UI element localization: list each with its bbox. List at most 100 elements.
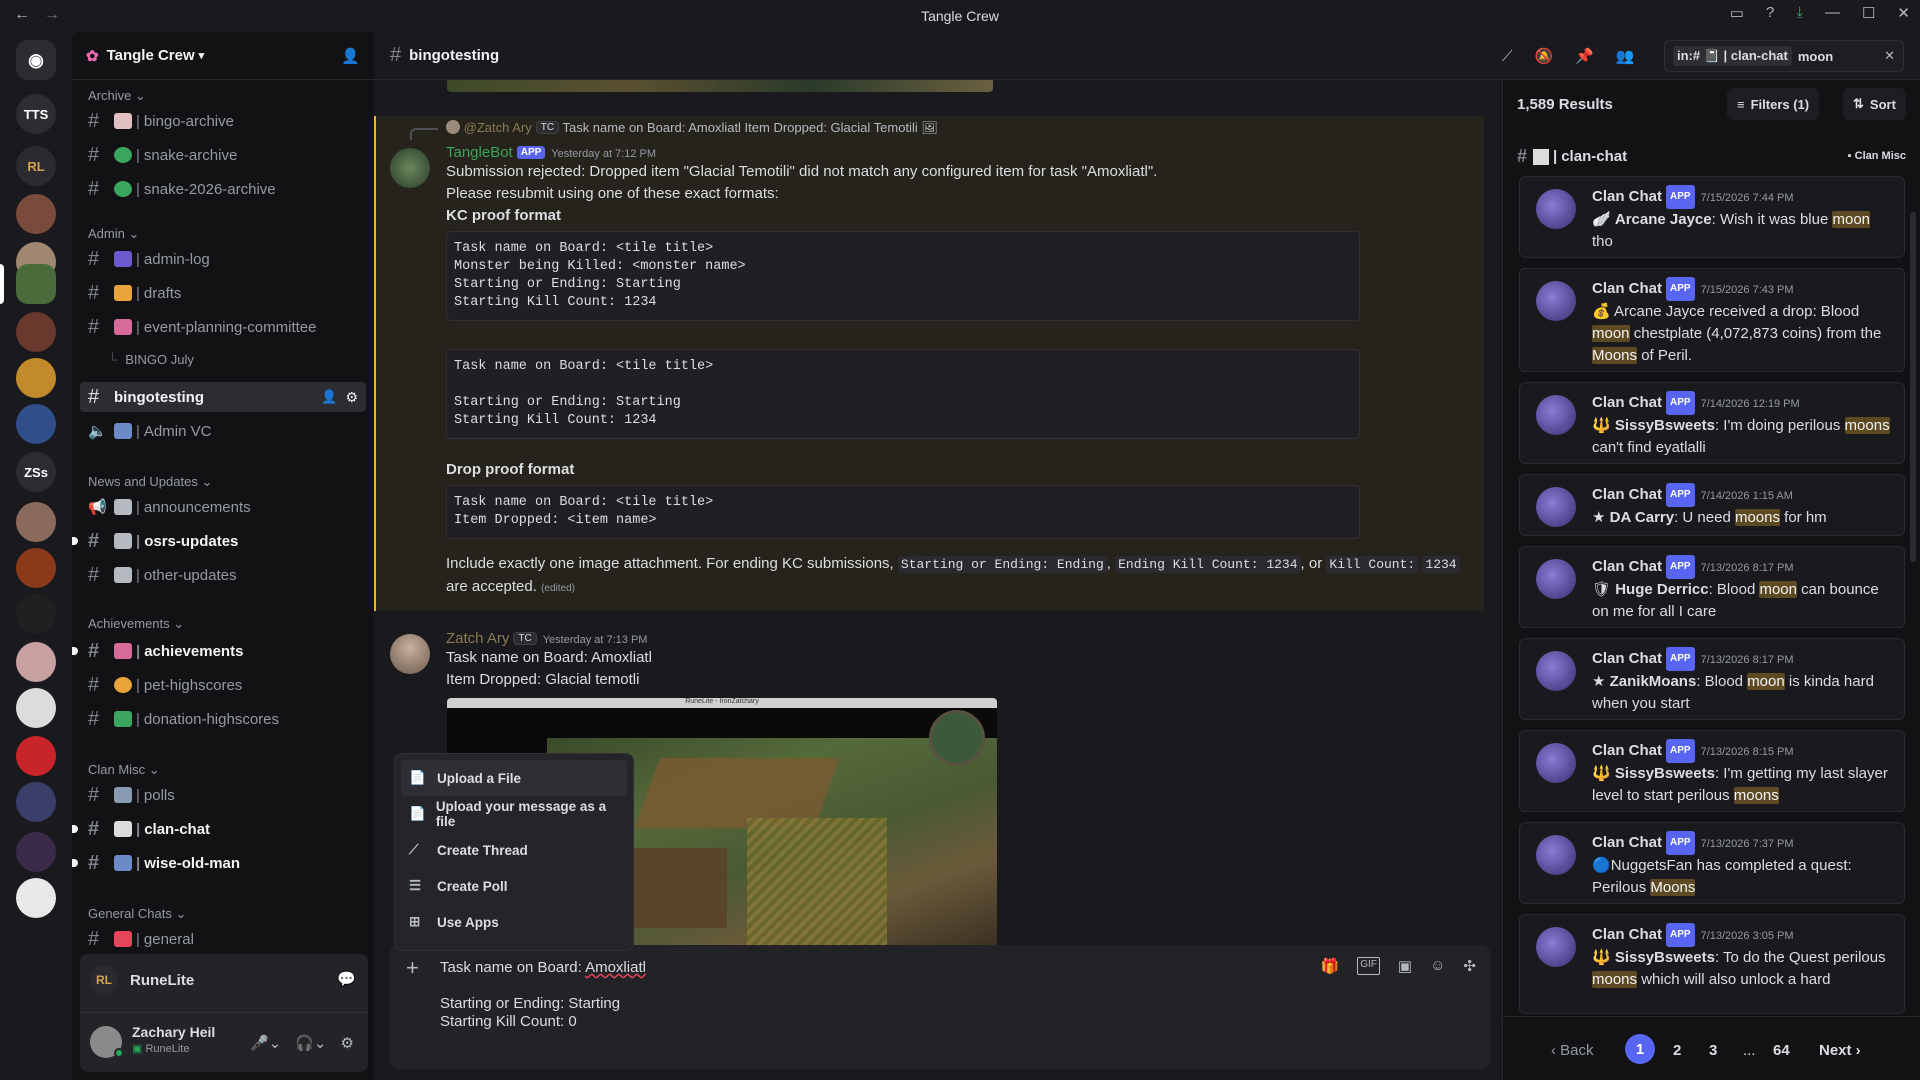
channel-donation-highscores[interactable]: # | donation-highscores [80,704,366,734]
channel-drafts[interactable]: # | drafts [80,278,366,308]
help-icon[interactable]: ? [1766,4,1774,22]
avatar[interactable] [390,148,430,188]
minimize-icon[interactable]: — [1825,4,1840,22]
threads-icon[interactable]: ⟋ [1502,48,1513,65]
thread-bingo-july[interactable]: └ BINGO July [80,346,366,372]
category-news[interactable]: News and Updates ⌄ [88,474,212,490]
use-apps-item[interactable]: ⊞ Use Apps [401,904,627,940]
server-icon[interactable] [16,688,56,728]
apps-icon[interactable]: ✣ [1463,957,1476,975]
page-3-button[interactable]: 3 [1709,1042,1717,1059]
category-clan-misc[interactable]: Clan Misc ⌄ [88,762,160,778]
category-admin[interactable]: Admin ⌄ [88,226,139,242]
headphones-icon[interactable]: 🎧⌄ [295,1034,326,1052]
search-result[interactable]: Clan Chat APP 7/13/2026 8:15 PM 🔱 SissyBswe… [1519,730,1905,812]
invite-icon[interactable]: 👤 [341,47,360,65]
next-button[interactable]: Next › [1819,1042,1861,1059]
member-list-icon[interactable]: 👥 [1616,47,1635,65]
gift-icon[interactable]: 🎁 [1321,957,1340,975]
activity-chat-icon[interactable]: 💬 [337,970,356,988]
server-icon[interactable] [16,782,56,822]
gif-icon[interactable]: GIF [1357,957,1380,975]
sort-button[interactable]: ⇅ Sort [1843,88,1906,120]
page-1-button[interactable]: 1 [1625,1034,1655,1064]
back-button[interactable]: ‹ Back [1551,1042,1594,1059]
search-result[interactable]: Clan Chat APP 7/13/2026 8:17 PM 🛡 Huge Derr… [1519,546,1905,628]
upload-message-as-file-item[interactable]: 📄 Upload your message as a file [401,796,627,832]
category-achievements[interactable]: Achievements ⌄ [88,616,184,632]
microphone-icon[interactable]: 🎤⌄ [250,1034,281,1052]
search-result[interactable]: Clan Chat APP 7/14/2026 12:19 PM 🔱 SissyBsw… [1519,382,1905,464]
category-general[interactable]: General Chats ⌄ [88,906,186,922]
page-2-button[interactable]: 2 [1673,1042,1681,1059]
server-icon[interactable] [16,404,56,444]
server-icon[interactable] [16,736,56,776]
pin-icon[interactable]: 📌 [1575,47,1594,65]
search-result[interactable]: Clan Chat APP 7/13/2026 8:17 PM ★ ZanikMoan… [1519,638,1905,720]
result-channel-header[interactable]: # | clan-chat [1517,146,1627,167]
server-icon[interactable] [16,594,56,634]
channel-announcements[interactable]: 📢 | announcements [80,492,366,522]
channel-pet-highscores[interactable]: # | pet-highscores [80,670,366,700]
server-icon[interactable] [16,194,56,234]
image-attachment[interactable] [447,80,993,92]
create-poll-item[interactable]: ☰ Create Poll [401,868,627,904]
server-icon[interactable] [16,878,56,918]
clear-search-icon[interactable]: ✕ [1884,48,1895,64]
channel-wise-old-man[interactable]: # | wise-old-man [72,848,366,878]
close-icon[interactable]: ✕ [1897,4,1910,22]
message-composer[interactable]: + Task name on Board: Amoxliatl Starting… [390,945,1490,1069]
inbox-icon[interactable]: ▭ [1730,4,1744,22]
search-result[interactable]: Clan Chat APP 7/14/2026 1:15 AM ★ DA Carry:… [1519,474,1905,536]
scrollbar[interactable] [1910,212,1916,562]
channel-general[interactable]: # | general [80,924,366,954]
voice-channel-admin-vc[interactable]: 🔈 | Admin VC [80,416,366,446]
username[interactable]: Zachary Heil [132,1024,215,1040]
channel-polls[interactable]: # | polls [80,780,366,810]
create-thread-item[interactable]: ⟋ Create Thread [401,832,627,868]
server-icon[interactable] [16,832,56,872]
server-tangle-crew[interactable] [16,264,56,304]
composer-text[interactable]: Task name on Board: Amoxliatl Starting o… [440,959,646,1031]
invite-member-icon[interactable]: 👤 [321,389,337,405]
search-result[interactable]: Clan Chat APP 7/13/2026 7:37 PM 🔵NuggetsFan… [1519,822,1905,904]
server-icon[interactable] [16,358,56,398]
channel-bingotesting[interactable]: # bingotesting 👤 ⚙ [80,382,366,412]
search-input[interactable]: in:# 📓 | clan-chat moon ✕ [1664,40,1904,72]
server-icon[interactable] [16,502,56,542]
channel-achievements[interactable]: # | achievements [72,636,366,666]
discord-home-icon[interactable]: ◉ [16,40,56,80]
upload-file-item[interactable]: 📄 Upload a File [401,760,627,796]
channel-osrs-updates[interactable]: # | osrs-updates [72,526,366,556]
server-tts[interactable]: TTS [16,94,56,134]
server-icon[interactable] [16,642,56,682]
category-archive[interactable]: Archive ⌄ [88,88,146,104]
server-header[interactable]: ✿ Tangle Crew ▾ 👤 [72,32,374,80]
server-icon[interactable] [16,548,56,588]
message-author[interactable]: Zatch Ary [446,630,509,647]
channel-bingo-archive[interactable]: # | bingo-archive [80,106,366,136]
server-zss[interactable]: ZSs [16,452,56,492]
page-64-button[interactable]: 64 [1773,1042,1790,1059]
message-author[interactable]: TangleBot [446,144,513,161]
channel-admin-log[interactable]: # | admin-log [80,244,366,274]
notification-muted-icon[interactable]: 🔕 [1535,47,1554,65]
avatar[interactable] [390,634,430,674]
emoji-icon[interactable]: ☺ [1430,957,1445,975]
settings-gear-icon[interactable]: ⚙ [341,1034,354,1052]
channel-snake-2026-archive[interactable]: # | snake-2026-archive [80,174,366,204]
channel-snake-archive[interactable]: # | snake-archive [80,140,366,170]
sticker-icon[interactable]: ▣ [1398,957,1412,975]
download-icon[interactable]: ⤓ [1796,4,1803,22]
search-result[interactable]: Clan Chat APP 7/15/2026 7:44 PM 🪽 Arcane Ja… [1519,176,1905,258]
search-result[interactable]: Clan Chat APP 7/13/2026 3:05 PM 🔱 SissyBswe… [1519,914,1905,1014]
channel-clan-chat[interactable]: # | clan-chat [72,814,366,844]
channel-other-updates[interactable]: # | other-updates [80,560,366,590]
server-runelite[interactable]: RL [16,146,56,186]
maximize-icon[interactable]: ☐ [1862,4,1875,22]
server-icon[interactable] [16,312,56,352]
search-result[interactable]: Clan Chat APP 7/15/2026 7:43 PM 💰 Arcane Ja… [1519,268,1905,372]
channel-event-planning-committee[interactable]: # | event-planning-committee [80,312,366,342]
plus-icon[interactable]: + [406,955,419,981]
filters-button[interactable]: ≡ Filters (1) [1727,88,1820,120]
